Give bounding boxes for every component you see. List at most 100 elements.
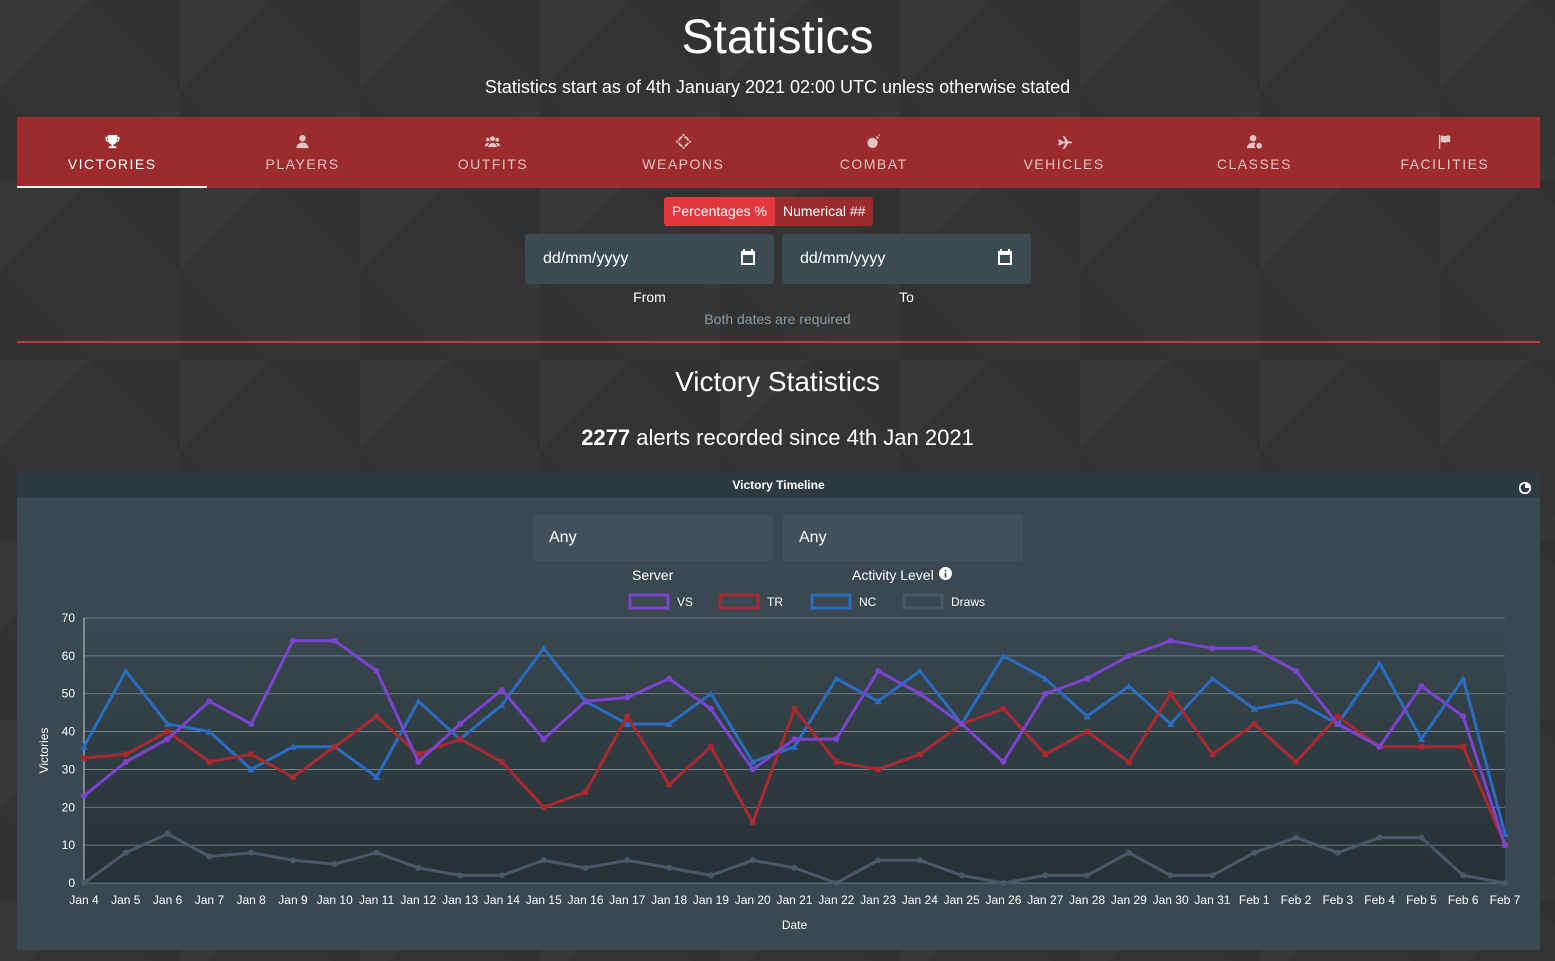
x-tick-label: Jan 18	[651, 893, 687, 907]
tab-label: OUTFITS	[457, 155, 529, 172]
tab-label: PLAYERS	[265, 155, 340, 172]
data-point-vs	[791, 736, 798, 743]
data-point-vs	[582, 698, 589, 705]
from-date-value: dd/mm/yyyy	[543, 250, 629, 267]
x-tick-label: Feb 7	[1490, 893, 1521, 907]
x-tick-label: Jan 8	[236, 893, 266, 907]
percentages-button[interactable]: Percentages %	[664, 197, 775, 226]
data-point-draws	[1460, 872, 1467, 879]
data-point-draws	[624, 857, 631, 864]
data-point-draws	[1000, 880, 1007, 886]
data-point-tr	[1209, 751, 1216, 758]
x-tick-label: Jan 7	[195, 893, 225, 907]
legend-label-draws: Draws	[951, 595, 985, 609]
to-date-value: dd/mm/yyyy	[800, 250, 886, 267]
data-point-vs	[1251, 645, 1258, 652]
data-point-draws	[666, 864, 673, 871]
victory-timeline-chart: 0 10 20 30 40 50 60 70 Jan 4 Jan 5 Jan 6 Jan 7 Jan 8…	[37, 593, 1521, 932]
data-point-vs	[958, 721, 965, 727]
numerical-button[interactable]: Numerical ##	[774, 197, 874, 226]
tab-facilities[interactable]: FACILITIES	[1350, 117, 1540, 188]
y-tick-label: 40	[62, 725, 76, 739]
data-point-vs	[1125, 652, 1132, 659]
data-point-vs	[1167, 637, 1174, 644]
data-point-tr	[206, 759, 213, 765]
data-point-tr	[81, 755, 87, 761]
legend-swatch-tr	[718, 593, 760, 610]
data-point-tr	[624, 713, 631, 720]
tab-outfits[interactable]: OUTFITS	[398, 117, 588, 188]
legend-label-nc: NC	[859, 595, 877, 609]
data-point-draws	[916, 857, 923, 864]
page-subtitle: Statistics start as of 4th January 2021 …	[484, 77, 1071, 97]
page-title: Statistics	[681, 11, 874, 64]
tab-label: FACILITIES	[1400, 155, 1490, 172]
y-tick-label: 50	[62, 687, 76, 701]
tab-victories[interactable]: VICTORIES	[17, 117, 208, 188]
data-point-vs	[373, 668, 380, 674]
x-tick-label: Jan 11	[359, 893, 394, 907]
bomb-icon	[865, 134, 883, 150]
x-tick-label: Jan 31	[1194, 893, 1230, 907]
section-title: Victory Statistics	[675, 366, 880, 397]
data-point-draws	[582, 864, 589, 871]
data-point-draws	[1125, 849, 1132, 856]
data-point-vs	[1418, 683, 1425, 690]
data-point-draws	[415, 864, 422, 871]
x-tick-label: Jan 6	[153, 893, 183, 907]
data-point-vs	[331, 637, 338, 644]
x-tick-label: Jan 13	[442, 893, 478, 907]
x-tick-label: Jan 16	[568, 893, 604, 907]
data-point-tr	[540, 804, 547, 811]
data-point-tr	[499, 759, 505, 765]
from-date-input[interactable]: dd/mm/yyyy	[525, 234, 774, 284]
tab-weapons[interactable]: WEAPONS	[588, 117, 778, 188]
data-point-vs	[1376, 743, 1383, 750]
calendar-icon[interactable]	[997, 248, 1013, 270]
tab-vehicles[interactable]: VEHICLES	[969, 117, 1159, 188]
data-point-vs	[624, 694, 631, 701]
x-tick-label: Feb 6	[1448, 893, 1479, 907]
data-point-draws	[749, 857, 756, 864]
tab-label: VICTORIES	[67, 155, 157, 172]
to-date-input[interactable]: dd/mm/yyyy	[782, 234, 1031, 284]
data-point-tr	[1251, 721, 1258, 727]
data-point-vs	[1502, 842, 1508, 849]
data-point-vs	[666, 675, 673, 682]
users-icon	[484, 134, 502, 150]
data-point-draws	[289, 857, 296, 864]
y-tick-label: 60	[62, 649, 76, 663]
legend-swatch-draws	[902, 593, 944, 610]
y-tick-label: 20	[62, 800, 76, 814]
tab-players[interactable]: PLAYERS	[207, 117, 397, 188]
data-point-tr	[290, 774, 296, 780]
data-point-draws	[1209, 872, 1216, 879]
tab-combat[interactable]: COMBAT	[779, 117, 969, 188]
x-tick-label: Feb 4	[1364, 893, 1395, 907]
data-point-tr	[917, 751, 923, 758]
y-axis-title: Victories	[37, 728, 51, 774]
stats-tabbar: VICTORIES PLAYERS OUTFITS WEAPONS COMBAT…	[17, 117, 1540, 188]
data-point-tr	[164, 728, 171, 735]
tab-classes[interactable]: CLASSES	[1159, 117, 1349, 188]
data-point-tr	[666, 781, 672, 788]
data-point-tr	[331, 743, 338, 750]
data-point-vs	[707, 705, 714, 712]
data-point-vs	[1460, 713, 1467, 720]
data-point-vs	[1042, 690, 1049, 697]
plane-icon	[1055, 134, 1073, 150]
data-point-vs	[833, 736, 840, 743]
data-point-tr	[833, 759, 840, 765]
data-point-draws	[958, 872, 965, 879]
date-hint: Both dates are required	[704, 311, 851, 327]
x-tick-label: Jan 9	[278, 893, 308, 907]
x-tick-label: Jan 12	[400, 893, 436, 907]
data-point-tr	[1126, 759, 1132, 765]
calendar-icon[interactable]	[740, 248, 756, 270]
data-point-vs	[1334, 721, 1341, 727]
data-point-draws	[1251, 849, 1258, 856]
mode-toggle: Percentages % Numerical ##	[664, 197, 874, 226]
data-point-tr	[875, 766, 881, 773]
x-tick-label: Jan 17	[609, 893, 645, 907]
data-point-draws	[1502, 880, 1508, 886]
